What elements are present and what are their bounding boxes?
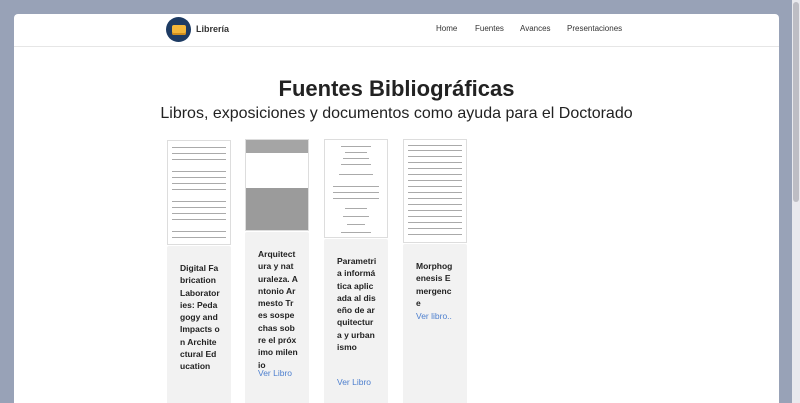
nav-presentaciones[interactable]: Presentaciones — [567, 24, 622, 33]
book-link-2[interactable]: Ver Libro — [258, 368, 292, 378]
book-cover-2[interactable] — [245, 139, 309, 231]
book-icon — [171, 24, 186, 35]
nav-fuentes[interactable]: Fuentes — [475, 24, 504, 33]
book-title-4: Morphogenesis Emergence — [416, 261, 453, 308]
page-container: Librería Home Fuentes Avances Presentaci… — [14, 14, 779, 403]
scrollbar[interactable] — [792, 0, 800, 403]
scrollbar-thumb[interactable] — [793, 2, 799, 202]
book-cover-3[interactable] — [324, 139, 388, 238]
book-title-3: Parametria informática aplicada al diseñ… — [337, 256, 377, 353]
book-card-3: Parametria informática aplicada al diseñ… — [324, 239, 388, 403]
book-link-3[interactable]: Ver Libro — [337, 377, 371, 387]
nav-home[interactable]: Home — [436, 24, 457, 33]
page-subtitle: Libros, exposiciones y documentos como a… — [160, 105, 633, 122]
book-title-2: Arquitectura y naturaleza. Antonio Armes… — [258, 249, 298, 370]
book-card-4: Morphogenesis Emergence Ver libro.. — [403, 244, 467, 403]
book-cover-4[interactable] — [403, 139, 467, 243]
book-card-1: Digital Fabrication Laboratories: Pedago… — [167, 246, 231, 403]
library-logo-icon[interactable] — [166, 17, 191, 42]
nav-avances[interactable]: Avances — [520, 24, 551, 33]
page-title: Fuentes Bibliográficas — [278, 76, 515, 101]
brand-name[interactable]: Librería — [196, 24, 229, 34]
book-card-2: Arquitectura y naturaleza. Antonio Armes… — [245, 232, 309, 403]
book-link-4[interactable]: Ver libro.. — [416, 311, 452, 321]
book-cover-1[interactable] — [167, 140, 231, 245]
book-title-1: Digital Fabrication Laboratories: Pedago… — [180, 263, 220, 372]
navbar: Librería Home Fuentes Avances Presentaci… — [14, 14, 779, 47]
